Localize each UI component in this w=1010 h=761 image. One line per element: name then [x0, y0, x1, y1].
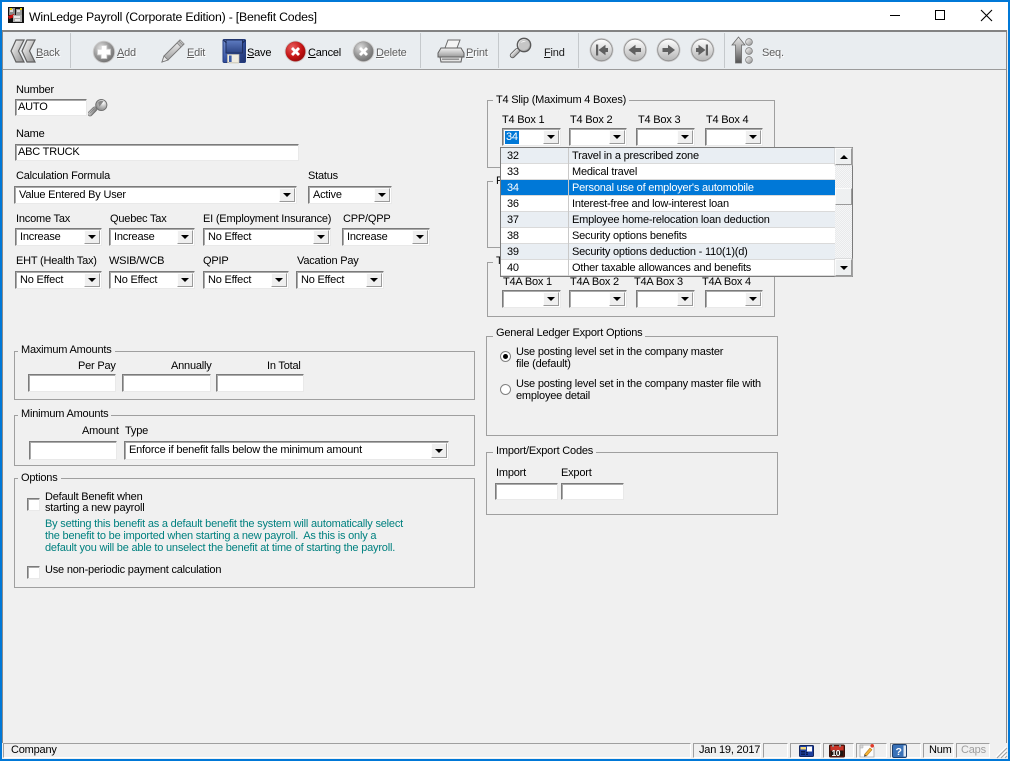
svg-text:10: 10: [832, 748, 841, 758]
svg-text:?: ?: [896, 746, 902, 758]
